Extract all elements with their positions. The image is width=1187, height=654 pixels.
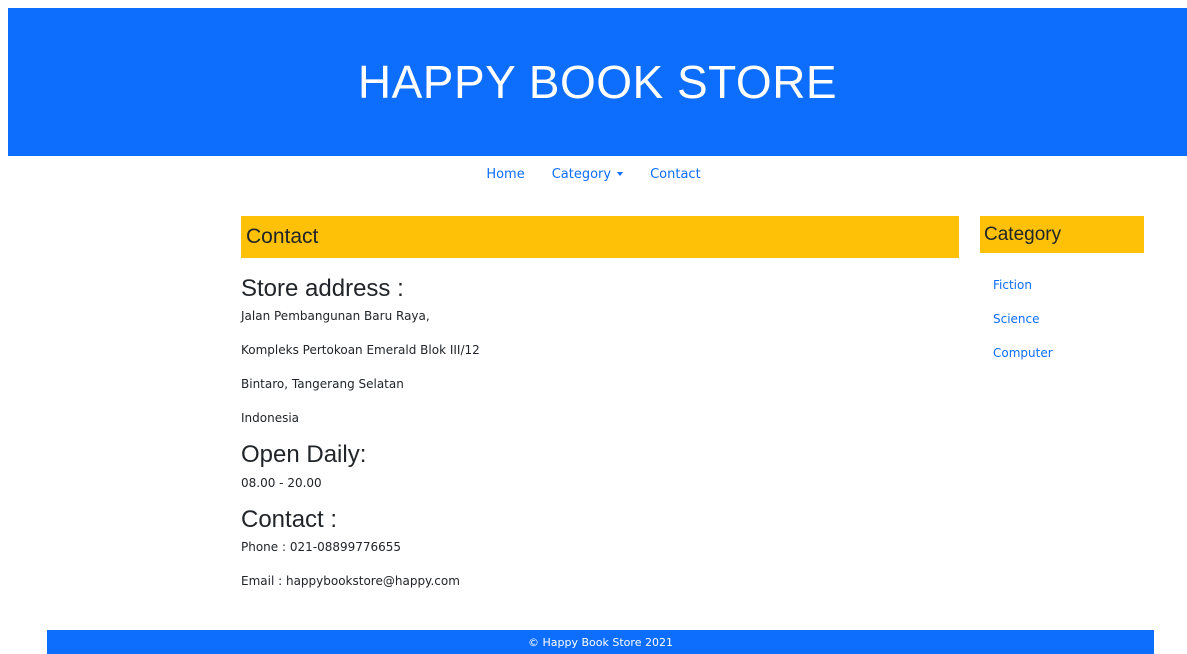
category-list: Fiction Science Computer [980,277,1144,361]
nav-contact-link[interactable]: Contact [650,167,701,182]
contact-info-section: Contact : Phone : 021-08899776655 Email … [241,505,959,589]
nav-category-dropdown[interactable]: Category [551,166,624,182]
main-nav: Home Category Contact [0,160,1187,188]
footer-copyright: © Happy Book Store 2021 [528,635,673,649]
section-title: Open Daily: [241,441,367,469]
store-address-section: Store address : Jalan Pembangunan Baru R… [241,275,959,426]
nav-category-label: Category [551,166,612,182]
category-link-computer[interactable]: Computer [993,346,1053,360]
address-line: Indonesia [241,411,300,426]
category-item: Science [993,311,1144,327]
address-line: Bintaro, Tangerang Selatan [241,377,404,392]
category-sidebar: Category Fiction Science Computer [980,216,1144,379]
sidebar-heading: Category [980,216,1144,253]
nav-contact-label: Contact [650,166,701,182]
phone-text: Phone : 021-08899776655 [241,540,402,555]
nav-home-link[interactable]: Home [486,167,524,182]
category-item: Computer [993,345,1144,361]
section-title: Store address : [241,275,404,302]
open-hours-text: 08.00 - 20.00 [241,475,322,490]
address-line: Jalan Pembangunan Baru Raya, [241,309,430,324]
address-line: Kompleks Pertokoan Emerald Blok III/12 [241,343,480,358]
nav-home-label: Home [486,166,525,182]
category-link-fiction[interactable]: Fiction [993,278,1032,292]
caret-down-icon [617,172,624,176]
category-link-science[interactable]: Science [993,312,1040,326]
site-header: HAPPY BOOK STORE [8,8,1187,156]
category-item: Fiction [993,277,1144,293]
site-footer: © Happy Book Store 2021 [47,630,1154,654]
page-heading: Contact [241,216,959,258]
section-title: Contact : [241,505,338,533]
site-title: HAPPY BOOK STORE [357,56,838,108]
email-text: Email : happybookstore@happy.com [241,574,460,589]
contact-content: Contact Store address : Jalan Pembanguna… [241,216,959,607]
open-hours-section: Open Daily: 08.00 - 20.00 [241,441,959,490]
